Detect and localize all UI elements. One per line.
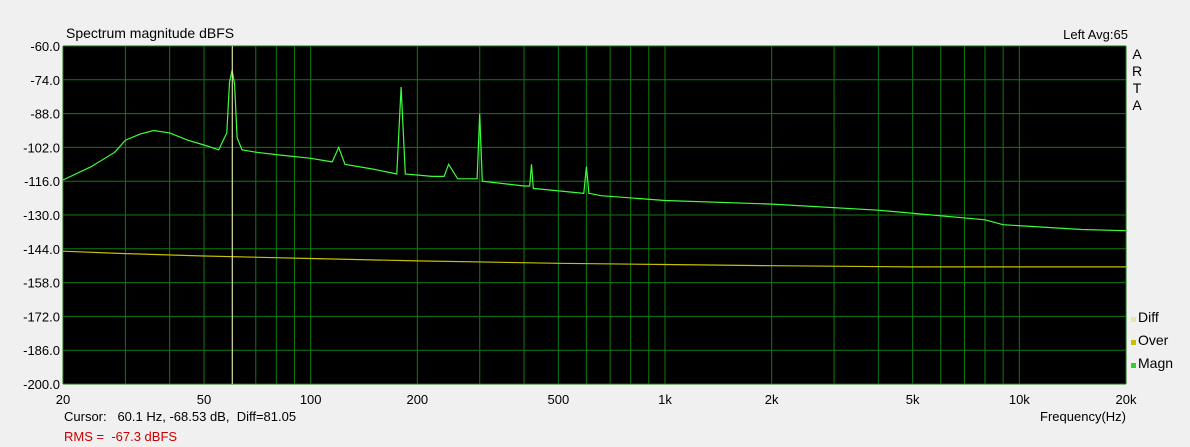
legend-label: Magn (1138, 355, 1174, 371)
x-tick-label: 20 (56, 392, 70, 407)
y-tick-label: -88.0 (30, 107, 60, 122)
legend-item-diff[interactable]: Diff (1131, 302, 1173, 325)
y-tick-label: -172.0 (23, 309, 60, 324)
x-tick-label: 10k (1009, 392, 1030, 407)
x-tick-label: 2k (765, 392, 779, 407)
legend-item-magn[interactable]: Magn (1131, 348, 1173, 371)
cursor-readout: Cursor: 60.1 Hz, -68.53 dB, Diff=81.05 (64, 409, 297, 424)
y-axis: -60.0 -74.0 -88.0 -102.0 -116.0 -130.0 -144.0 -… (23, 39, 60, 392)
legend-label: Over (1138, 332, 1169, 348)
spectrum-chart[interactable]: -60.0 -74.0 -88.0 -102.0 -116.0 -130.0 -144.0 -… (0, 0, 1190, 447)
legend-swatch (1131, 317, 1136, 322)
y-tick-label: -74.0 (30, 73, 60, 88)
legend-item-over[interactable]: Over (1131, 325, 1173, 348)
x-tick-label: 1k (658, 392, 672, 407)
x-axis-label: Frequency(Hz) (1040, 409, 1126, 424)
x-tick-label: 20k (1116, 392, 1137, 407)
legend-swatch (1131, 363, 1136, 368)
y-tick-label: -186.0 (23, 343, 60, 358)
y-tick-label: -102.0 (23, 140, 60, 155)
x-tick-label: 500 (547, 392, 569, 407)
x-tick-label: 50 (197, 392, 211, 407)
y-tick-label: -130.0 (23, 208, 60, 223)
y-tick-label: -200.0 (23, 377, 60, 392)
y-tick-label: -116.0 (24, 174, 60, 189)
y-tick-label: -144.0 (23, 242, 60, 257)
legend-swatch (1131, 340, 1136, 345)
x-tick-label: 200 (406, 392, 428, 407)
x-tick-label: 100 (300, 392, 322, 407)
x-axis: 20 50 100 200 500 1k 2k 5k 10k 20k (56, 392, 1137, 407)
legend: Diff Over Magn (1131, 302, 1173, 371)
rms-readout: RMS = -67.3 dBFS (64, 429, 178, 444)
legend-label: Diff (1138, 309, 1159, 325)
y-tick-label: -158.0 (23, 276, 60, 291)
x-tick-label: 5k (906, 392, 920, 407)
y-tick-label: -60.0 (30, 39, 60, 54)
